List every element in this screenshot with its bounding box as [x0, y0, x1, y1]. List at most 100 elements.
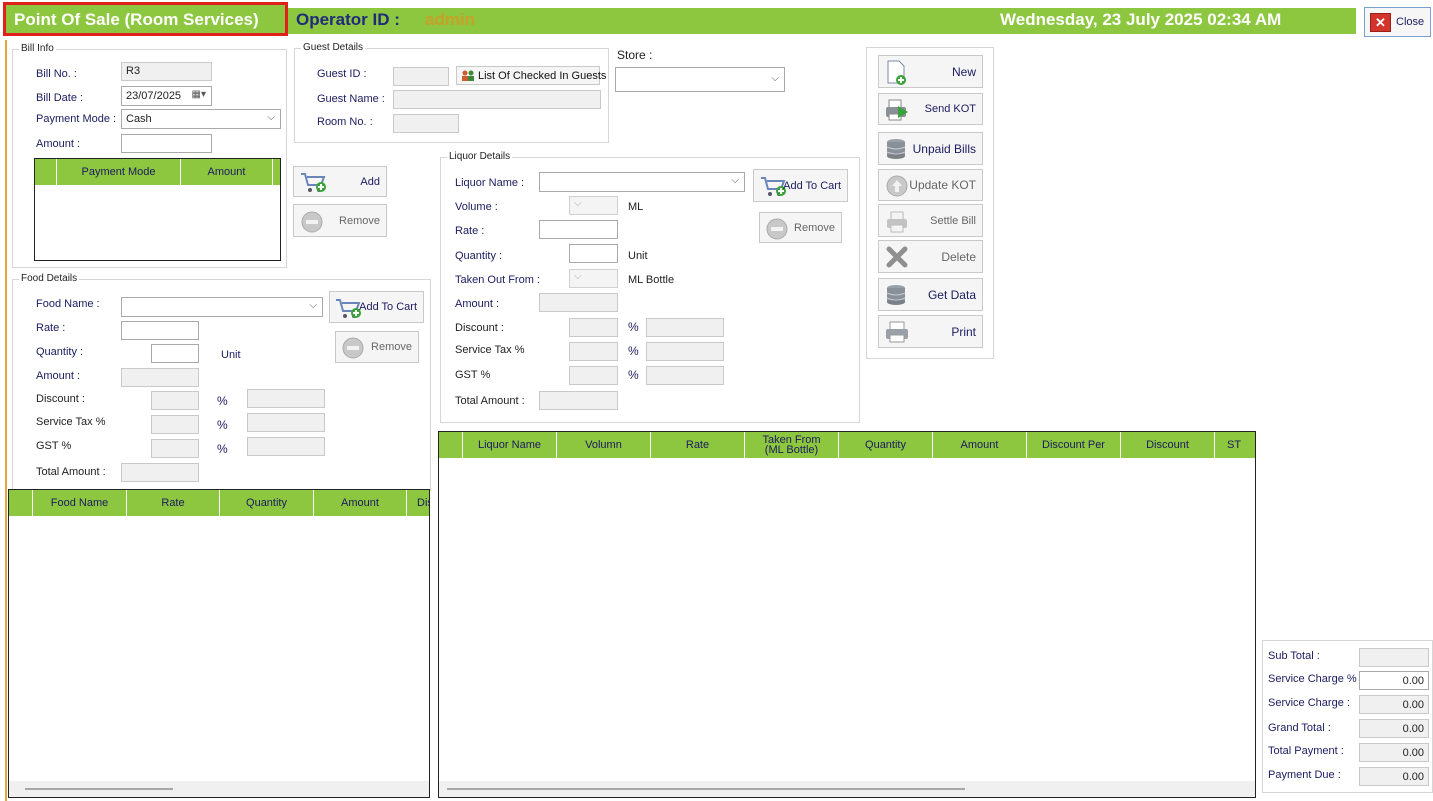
food-grid-col[interactable]: Quantity	[220, 490, 314, 516]
add-payment-button[interactable]: Add	[293, 166, 387, 197]
calendar-dropdown-icon[interactable]: ▦▾	[192, 89, 206, 100]
new-button[interactable]: New	[878, 55, 983, 88]
guest-id-field[interactable]	[393, 67, 449, 86]
food-rate-input[interactable]	[121, 321, 199, 340]
printer-icon	[887, 211, 907, 233]
liquor-add-to-cart-button[interactable]: Add To Cart	[753, 169, 848, 202]
food-quantity-label: Quantity :	[36, 346, 84, 358]
liquor-quantity-unit: Unit	[628, 250, 648, 262]
payment-grid-col[interactable]: Payment Mode	[57, 159, 181, 185]
liquor-rate-input[interactable]	[539, 220, 618, 239]
food-grid[interactable]: Food Name Rate Quantity Amount Dis	[8, 489, 430, 798]
percent-sign: %	[217, 418, 228, 432]
room-no-field[interactable]	[393, 114, 459, 133]
food-details-title: Food Details	[19, 273, 80, 284]
food-grid-hscrollbar[interactable]	[9, 781, 429, 797]
food-add-to-cart-button[interactable]: Add To Cart	[329, 291, 424, 323]
unpaid-bills-button[interactable]: Unpaid Bills	[878, 132, 983, 165]
liquor-amount-field[interactable]	[539, 293, 618, 312]
service-charge-pct-label: Service Charge % :	[1268, 673, 1363, 685]
liquor-discount-field[interactable]	[646, 318, 724, 337]
settle-bill-button[interactable]: Settle Bill	[878, 204, 983, 237]
liquor-grid-col[interactable]: Quantity	[839, 432, 933, 458]
bill-no-field[interactable]: R3	[121, 62, 212, 81]
payment-due-field[interactable]: 0.00	[1359, 767, 1429, 786]
food-gst-pct-field[interactable]	[151, 439, 199, 458]
liquor-gst-field[interactable]	[646, 366, 724, 385]
payment-grid-col[interactable]: Amount	[181, 159, 273, 185]
list-guests-label: List Of Checked In Guests	[478, 70, 607, 82]
liquor-grid-col[interactable]: ST	[1215, 432, 1255, 458]
amount-input[interactable]	[121, 134, 212, 153]
food-total-amount-label: Total Amount :	[36, 466, 106, 478]
header: Point Of Sale (Room Services) Operator I…	[0, 0, 1433, 40]
liquor-grid-col[interactable]: Amount	[933, 432, 1027, 458]
scroll-thumb[interactable]	[25, 788, 173, 790]
food-total-amount-field[interactable]	[121, 463, 199, 482]
scroll-thumb[interactable]	[447, 788, 965, 790]
grand-total-field[interactable]: 0.00	[1359, 719, 1429, 738]
service-charge-field[interactable]: 0.00	[1359, 695, 1429, 714]
liquor-amount-label: Amount :	[455, 298, 500, 310]
food-discount-field[interactable]	[247, 389, 325, 408]
liquor-grid-hscrollbar[interactable]	[439, 781, 1255, 797]
liquor-total-amount-field[interactable]	[539, 391, 618, 410]
new-document-icon	[887, 60, 906, 85]
service-charge-pct-input[interactable]: 0.00	[1359, 671, 1429, 690]
get-data-button[interactable]: Get Data	[878, 278, 983, 311]
food-add-to-cart-label: Add To Cart	[359, 301, 417, 313]
taken-out-from-select[interactable]: ⌵	[569, 269, 618, 288]
food-grid-col[interactable]: Rate	[127, 490, 220, 516]
liquor-name-select[interactable]: ⌵	[539, 172, 745, 192]
food-name-label: Food Name :	[36, 298, 100, 310]
unpaid-bills-label: Unpaid Bills	[912, 141, 976, 156]
update-kot-label: Update KOT	[909, 178, 976, 192]
food-name-select[interactable]: ⌵	[121, 297, 323, 317]
liquor-grid[interactable]: Liquor Name Volumn Rate Taken From (ML B…	[438, 431, 1256, 798]
bill-date-label: Bill Date :	[36, 92, 84, 104]
operator-value: admin	[425, 10, 476, 29]
list-checked-in-guests-button[interactable]: List Of Checked In Guests	[456, 66, 606, 85]
food-discount-pct-field[interactable]	[151, 391, 199, 410]
liquor-service-tax-pct-field[interactable]	[569, 342, 618, 361]
update-kot-button[interactable]: Update KOT	[878, 169, 983, 201]
store-select[interactable]: ⌵	[615, 67, 785, 92]
remove-payment-button[interactable]: Remove	[293, 204, 387, 237]
remove-icon	[342, 337, 364, 359]
left-edge-border	[5, 40, 7, 801]
food-amount-field[interactable]	[121, 368, 199, 387]
sub-total-field[interactable]	[1359, 648, 1429, 667]
bill-date-picker[interactable]: 23/07/2025 ▦▾	[121, 86, 212, 106]
food-quantity-input[interactable]	[151, 344, 199, 363]
liquor-grid-col[interactable]: Taken From (ML Bottle)	[745, 432, 839, 458]
payment-mode-label: Payment Mode :	[36, 113, 117, 125]
send-kot-button[interactable]: Send KOT	[878, 93, 983, 125]
payment-mode-select[interactable]: Cash ⌵	[121, 109, 281, 129]
database-icon	[886, 139, 906, 159]
delete-button[interactable]: Delete	[878, 240, 983, 273]
liquor-gst-pct-field[interactable]	[569, 366, 618, 385]
food-grid-col[interactable]: Dis	[407, 490, 429, 516]
liquor-grid-col[interactable]: Discount	[1121, 432, 1215, 458]
volume-select[interactable]: ⌵	[569, 196, 618, 215]
guest-name-field[interactable]	[393, 90, 601, 109]
print-button[interactable]: Print	[878, 315, 983, 348]
total-payment-field[interactable]: 0.00	[1359, 743, 1429, 762]
liquor-service-tax-label: Service Tax %	[455, 344, 525, 356]
liquor-grid-col[interactable]: Discount Per	[1027, 432, 1121, 458]
liquor-grid-col[interactable]: Liquor Name	[463, 432, 557, 458]
close-button[interactable]: ✕ Close	[1364, 7, 1431, 37]
food-grid-col[interactable]: Food Name	[33, 490, 127, 516]
liquor-grid-col[interactable]: Volumn	[557, 432, 651, 458]
liquor-quantity-input[interactable]	[569, 244, 618, 263]
food-remove-button[interactable]: Remove	[335, 331, 419, 363]
liquor-discount-pct-field[interactable]	[569, 318, 618, 337]
food-gst-field[interactable]	[247, 437, 325, 456]
food-service-tax-field[interactable]	[247, 413, 325, 432]
food-service-tax-pct-field[interactable]	[151, 415, 199, 434]
liquor-grid-col[interactable]: Rate	[651, 432, 745, 458]
payment-grid[interactable]: Payment Mode Amount	[34, 158, 281, 261]
liquor-service-tax-field[interactable]	[646, 342, 724, 361]
liquor-remove-button[interactable]: Remove	[759, 212, 842, 243]
food-grid-col[interactable]: Amount	[314, 490, 407, 516]
